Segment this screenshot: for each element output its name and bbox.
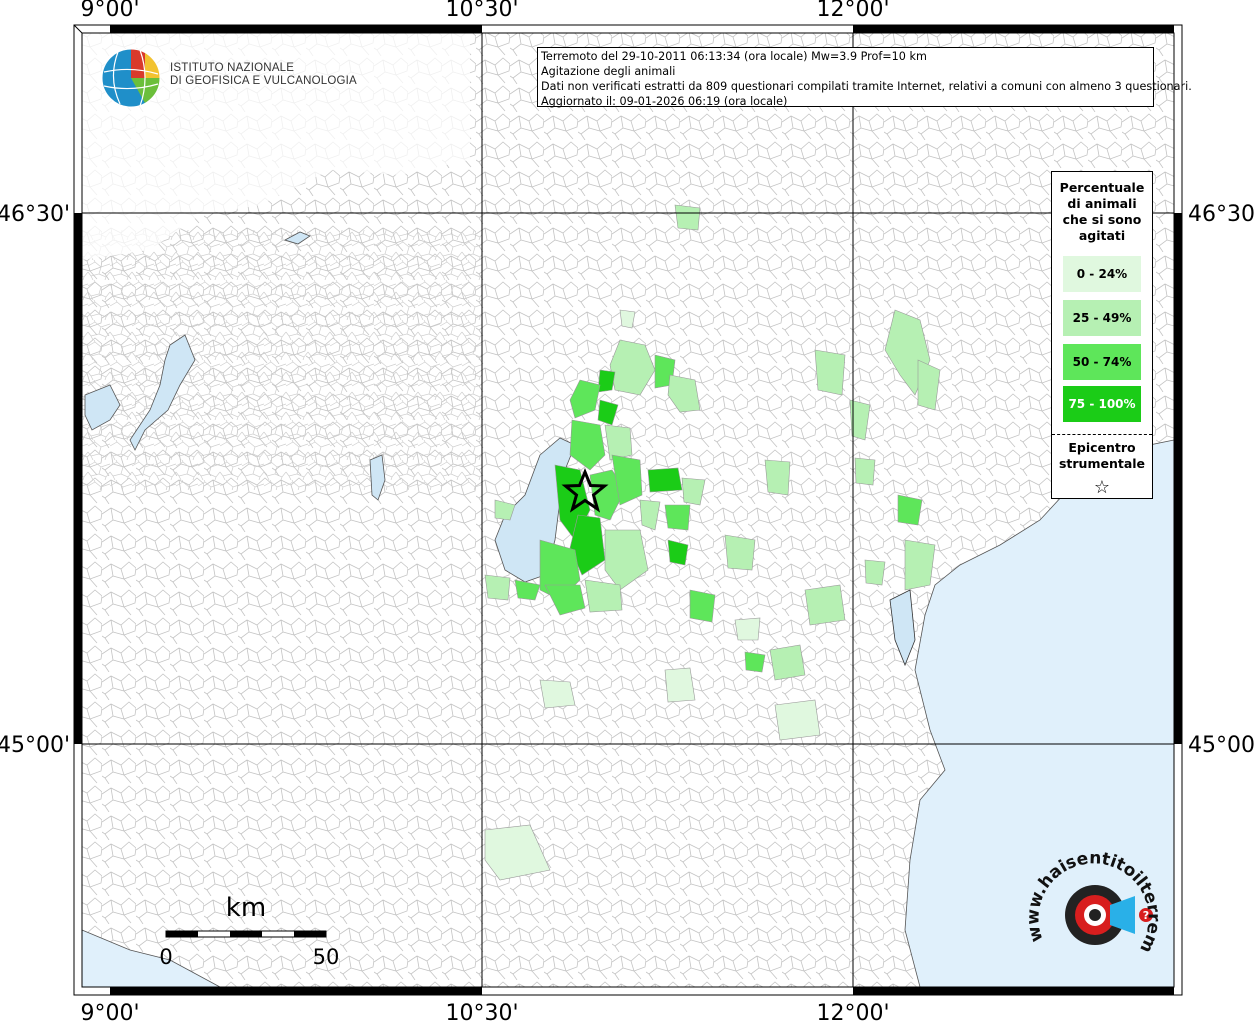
legend: Percentuale di animali che si sono agita…: [1051, 171, 1153, 499]
legend-class-50-74: 50 - 74%: [1063, 344, 1141, 380]
scale-max: 50: [313, 945, 340, 969]
data-note: Dati non verificati estratti da 809 ques…: [541, 80, 1192, 93]
legend-title-line: Percentuale: [1059, 180, 1145, 195]
logo-line-2: DI GEOFISICA E VULCANOLOGIA: [170, 75, 357, 87]
legend-star-icon: ☆: [1093, 477, 1111, 498]
lat-label-right-46-30: 46°30': [1188, 202, 1255, 227]
legend-title-line: che si sono: [1062, 212, 1142, 227]
legend-epicenter-line: Epicentro: [1068, 440, 1136, 455]
legend-title: Percentuale di animali che si sono agita…: [1052, 180, 1152, 244]
lat-label-left-45: 45°00': [0, 733, 70, 758]
ingv-logo-text: ISTITUTO NAZIONALE DI GEOFISICA E VULCAN…: [170, 62, 357, 88]
lat-label-right-45: 45°00': [1188, 733, 1255, 758]
lon-label-bottom-12: 12°00': [816, 1001, 889, 1024]
map-subject: Agitazione degli animali: [541, 65, 676, 78]
legend-title-line: agitati: [1078, 228, 1126, 243]
map-frame-content: [81, 33, 1175, 988]
legend-epicenter-label: Epicentro strumentale: [1052, 440, 1152, 472]
legend-class-25-49: 25 - 49%: [1063, 300, 1141, 336]
legend-divider: [1052, 434, 1152, 435]
lon-label-top-12: 12°00': [816, 0, 889, 22]
legend-class-75-100: 75 - 100%: [1063, 386, 1141, 422]
update-time: Aggiornato il: 09-01-2026 06:19 (ora loc…: [541, 95, 788, 108]
logo-line-1: ISTITUTO NAZIONALE: [170, 62, 295, 74]
lon-label-bottom-10-30: 10°30': [445, 1001, 518, 1024]
ingv-logo-icon: [101, 48, 161, 108]
lon-label-top-9: 9°00': [80, 0, 139, 22]
lon-label-top-10-30: 10°30': [445, 0, 518, 22]
scale-unit: km: [226, 893, 266, 923]
legend-class-0-24: 0 - 24%: [1063, 256, 1141, 292]
legend-epicenter-line: strumentale: [1058, 456, 1146, 471]
scale-min: 0: [159, 945, 172, 969]
event-title: Terremoto del 29-10-2011 06:13:34 (ora l…: [541, 50, 927, 63]
event-info-box: Terremoto del 29-10-2011 06:13:34 (ora l…: [537, 47, 1192, 108]
legend-title-line: di animali: [1067, 196, 1137, 211]
lon-label-bottom-9: 9°00': [80, 1001, 139, 1024]
intensity-map: 9°00' 10°30' 12°00' 9°00' 10°30' 12°00' …: [0, 0, 1255, 1024]
lat-label-left-46-30: 46°30': [0, 202, 70, 227]
